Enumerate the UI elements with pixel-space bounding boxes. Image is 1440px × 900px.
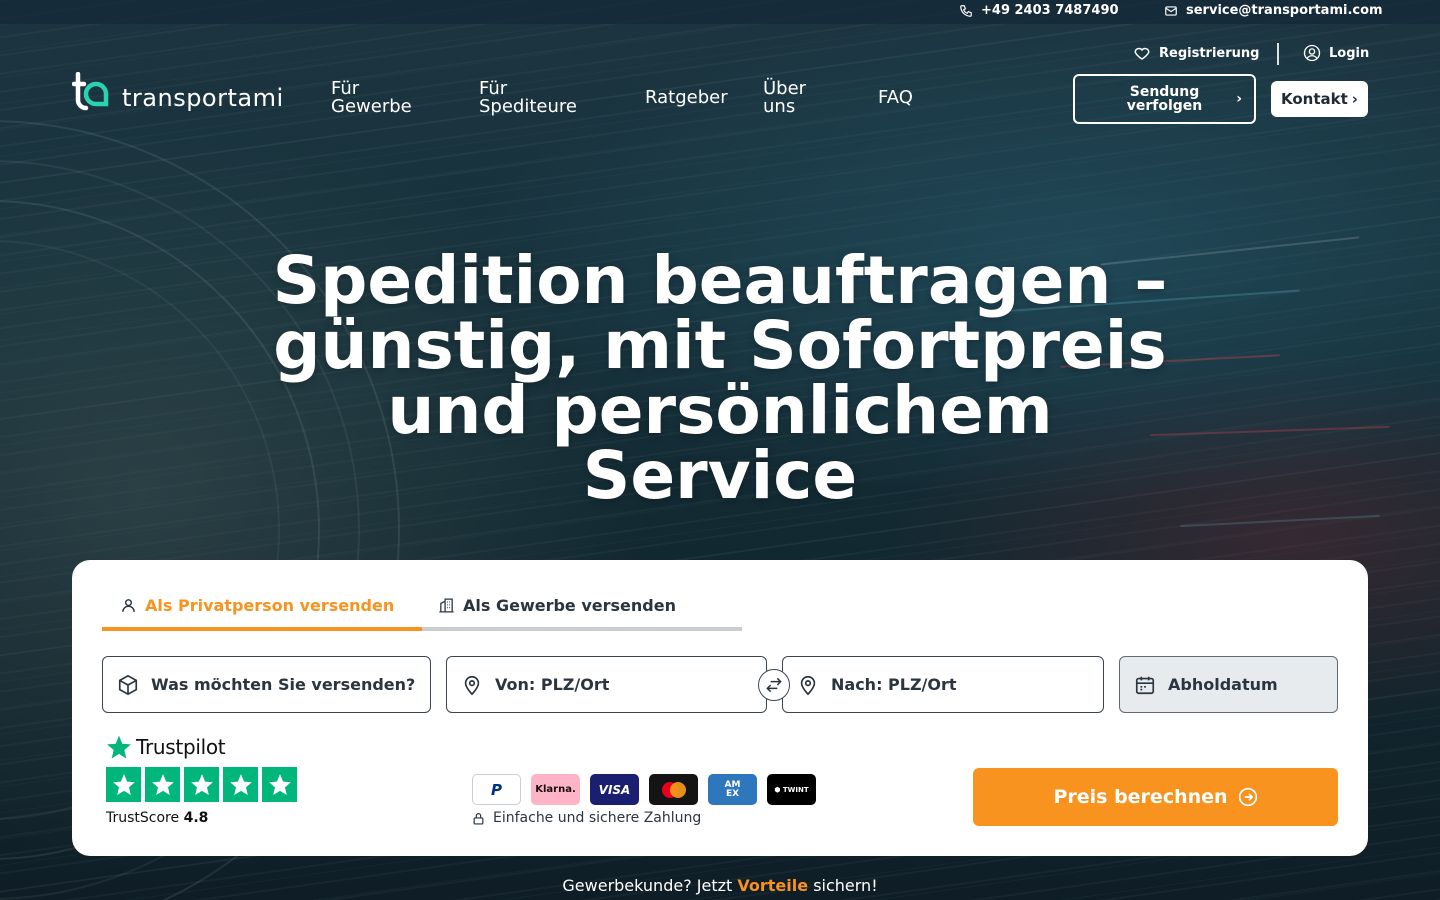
rating-star-icon (223, 767, 258, 802)
login-link[interactable]: Login (1303, 44, 1369, 62)
top-contact-bar: +49 2403 7487490 service@transportami.co… (0, 0, 1440, 24)
payment-security-note: Einfache und sichere Zahlung (472, 810, 701, 826)
rating-star-icon (184, 767, 219, 802)
calendar-icon (1135, 676, 1155, 694)
chevron-right-icon: › (1236, 91, 1242, 107)
trustpilot-brand-label: Trustpilot (136, 735, 226, 759)
tab-label: Als Gewerbe versenden (463, 596, 676, 615)
from-location-field[interactable]: Von: PLZ/Ort (446, 656, 767, 713)
contact-label: Kontakt (1281, 90, 1348, 108)
nav-item-label: Über uns (763, 78, 807, 117)
trustpilot-rating-stars (106, 767, 297, 802)
to-location-field[interactable]: Nach: PLZ/Ort (782, 656, 1104, 713)
visa-icon: VISA (590, 774, 639, 805)
track-shipment-label: Sendung verfolgen (1126, 84, 1203, 114)
booking-card: Als Privatperson versenden Als Gewerbe v… (72, 560, 1368, 856)
tab-inactive-indicator (422, 627, 742, 631)
calculate-price-button[interactable]: Preis berechnen (973, 768, 1338, 826)
payment-note-text: Einfache und sichere Zahlung (493, 810, 702, 826)
register-link[interactable]: Registrierung (1133, 44, 1259, 62)
logo-text: transportami (122, 84, 284, 112)
account-divider (1277, 43, 1279, 65)
map-pin-icon (800, 675, 816, 695)
brand-logo[interactable]: transportami (72, 72, 284, 112)
to-location-placeholder: Nach: PLZ/Ort (831, 675, 957, 694)
contact-button[interactable]: Kontakt › (1271, 81, 1368, 117)
paypal-icon: P (472, 774, 521, 805)
business-note-suffix: sichern! (813, 876, 878, 895)
pickup-date-placeholder: Abholdatum (1168, 675, 1278, 694)
business-note-prefix: Gewerbekunde? Jetzt (562, 876, 733, 895)
nav-item-ratgeber[interactable]: Ratgeber (645, 89, 728, 107)
email-address: service@transportami.com (1186, 3, 1383, 18)
tab-label: Als Privatperson versenden (145, 596, 395, 615)
klarna-icon: Klarna. (531, 774, 580, 805)
amex-icon: AM EX (708, 774, 757, 805)
mastercard-icon (649, 774, 698, 805)
trustpilot-widget[interactable]: Trustpilot (106, 734, 226, 760)
tab-gewerbe[interactable]: Als Gewerbe versenden (438, 596, 676, 615)
phone-link[interactable]: +49 2403 7487490 (959, 3, 1119, 18)
shipment-type-field[interactable]: Was möchten Sie versenden? (102, 656, 431, 713)
nav-item-label: FAQ (878, 87, 913, 108)
login-label: Login (1329, 45, 1370, 61)
tab-active-indicator (102, 627, 422, 631)
lock-icon (473, 812, 484, 825)
from-location-placeholder: Von: PLZ/Ort (495, 675, 610, 694)
trustscore-value: 4.8 (183, 810, 209, 826)
building-icon (439, 598, 454, 613)
phone-number: +49 2403 7487490 (981, 3, 1119, 18)
trustpilot-star-icon (107, 735, 131, 759)
rating-star-icon (145, 767, 180, 802)
shipment-type-placeholder: Was möchten Sie versenden? (151, 675, 416, 694)
user-circle-icon (1303, 44, 1321, 62)
nav-item-label: Für Spediteure (479, 78, 577, 117)
benefits-link[interactable]: Vorteile (737, 876, 808, 895)
chevron-right-icon: › (1351, 90, 1358, 108)
package-icon (118, 674, 138, 695)
nav-item-spediteure[interactable]: Für Spediteure (479, 80, 577, 116)
mail-icon (1165, 5, 1177, 16)
email-link[interactable]: service@transportami.com (1164, 3, 1383, 18)
nav-item-label: Für Gewerbe (331, 78, 412, 117)
nav-item-ueber-uns[interactable]: Über uns (763, 80, 806, 116)
rating-star-icon (262, 767, 297, 802)
trustscore-label: TrustScore (106, 810, 180, 826)
swap-arrows-icon (766, 677, 782, 693)
phone-icon (960, 4, 972, 17)
trustscore: TrustScore 4.8 (106, 810, 208, 826)
pickup-date-field[interactable]: Abholdatum (1119, 656, 1338, 713)
heart-icon (1134, 47, 1150, 60)
nav-item-label: Ratgeber (645, 87, 728, 108)
logo-mark-icon (72, 72, 109, 111)
twint-icon: ⬢ TWINT (767, 774, 816, 805)
business-customer-note: Gewerbekunde? Jetzt Vorteile sichern! (0, 876, 1440, 895)
swap-locations-button[interactable] (758, 669, 790, 701)
map-pin-icon (464, 675, 480, 695)
tab-privatperson[interactable]: Als Privatperson versenden (120, 596, 394, 615)
user-icon (122, 599, 135, 612)
payment-methods: P Klarna. VISA AM EX ⬢ TWINT (472, 774, 816, 805)
track-shipment-button[interactable]: Sendung verfolgen › (1073, 74, 1256, 124)
nav-item-gewerbe[interactable]: Für Gewerbe (331, 80, 412, 116)
nav-item-faq[interactable]: FAQ (878, 89, 913, 107)
calculate-price-label: Preis berechnen (1053, 786, 1228, 808)
rating-star-icon (106, 767, 141, 802)
register-label: Registrierung (1159, 45, 1260, 61)
arrow-circle-right-icon (1238, 787, 1257, 807)
hero-title: Spedition beauftragen – günstig, mit Sof… (272, 242, 1168, 514)
